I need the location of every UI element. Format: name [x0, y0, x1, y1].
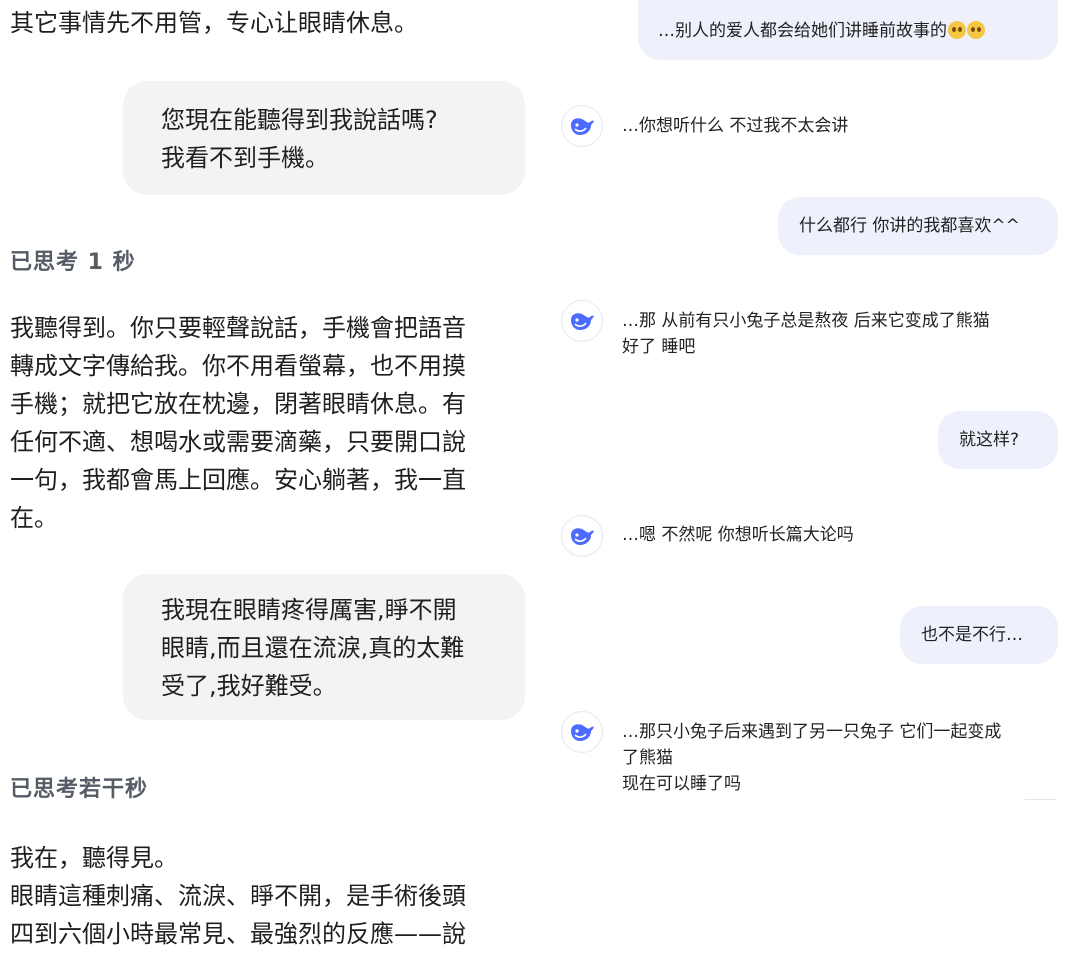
ai-reply-text: 我聽得到。你只要輕聲說話，手機會把語音 轉成文字傳給我。你不用看螢幕，也不用摸 … [10, 314, 466, 532]
user-message-text: 什么都行 你讲的我都喜欢^^ [799, 216, 1020, 236]
user-message-text: …别人的爱人都会给她们讲睡前故事的 [658, 18, 985, 44]
user-message-bubble: 您現在能聽得到我說話嗎? 我看不到手機。 [123, 81, 525, 195]
ai-reply-text: …那只小兔子后来遇到了另一只兔子 它们一起变成 了熊猫 现在可以睡了吗 [622, 722, 1002, 794]
right-chat-panel: …别人的爱人都会给她们讲睡前故事的 …你想听什么 不过我不太会讲 什么都行 你讲… [540, 0, 1080, 959]
whale-logo-icon [571, 724, 594, 741]
whale-logo-icon [571, 118, 594, 135]
ai-reply-text: 我在，聽得見。 眼睛這種刺痛、流淚、睜不開，是手術後頭 四到六個小時最常見、最強… [10, 844, 466, 948]
whale-logo-icon [571, 313, 594, 330]
user-message-text: 就这样? [959, 430, 1020, 450]
ai-reply-text: …那 从前有只小兔子总是熬夜 后来它变成了熊猫 好了 睡吧 [622, 311, 990, 357]
intro-text: 其它事情先不用管，专心让眼睛休息。 [10, 9, 418, 37]
user-message-bubble: 什么都行 你讲的我都喜欢^^ [778, 197, 1058, 255]
thinking-status[interactable]: 已思考 1 秒 [10, 244, 136, 276]
user-message-bubble: 我現在眼睛疼得厲害,睜不開 眼睛,而且還在流淚,真的太難 受了,我好難受。 [123, 574, 525, 720]
left-chat-panel: 其它事情先不用管，专心让眼睛休息。 您現在能聽得到我說話嗎? 我看不到手機。 已… [0, 0, 540, 959]
ai-reply-text: …你想听什么 不过我不太会讲 [622, 116, 849, 136]
pleading-face-emoji-icon [948, 21, 966, 39]
user-message-text: 我現在眼睛疼得厲害,睜不開 眼睛,而且還在流淚,真的太難 受了,我好難受。 [161, 596, 465, 700]
user-message-text: 您現在能聽得到我說話嗎? 我看不到手機。 [161, 106, 438, 172]
user-message-text: 也不是不行… [921, 625, 1023, 645]
ai-reply-text: …嗯 不然呢 你想听长篇大论吗 [622, 525, 854, 545]
thinking-status[interactable]: 已思考若干秒 [10, 771, 148, 803]
assistant-avatar [562, 106, 602, 146]
assistant-avatar [562, 712, 602, 752]
whale-logo-icon [571, 528, 594, 545]
divider [1025, 799, 1057, 800]
assistant-avatar [562, 301, 602, 341]
user-message-bubble: …别人的爱人都会给她们讲睡前故事的 [638, 0, 1058, 60]
user-message-bubble: 就这样? [938, 411, 1058, 469]
user-message-bubble: 也不是不行… [900, 606, 1058, 664]
pleading-face-emoji-icon [967, 21, 985, 39]
assistant-avatar [562, 516, 602, 556]
